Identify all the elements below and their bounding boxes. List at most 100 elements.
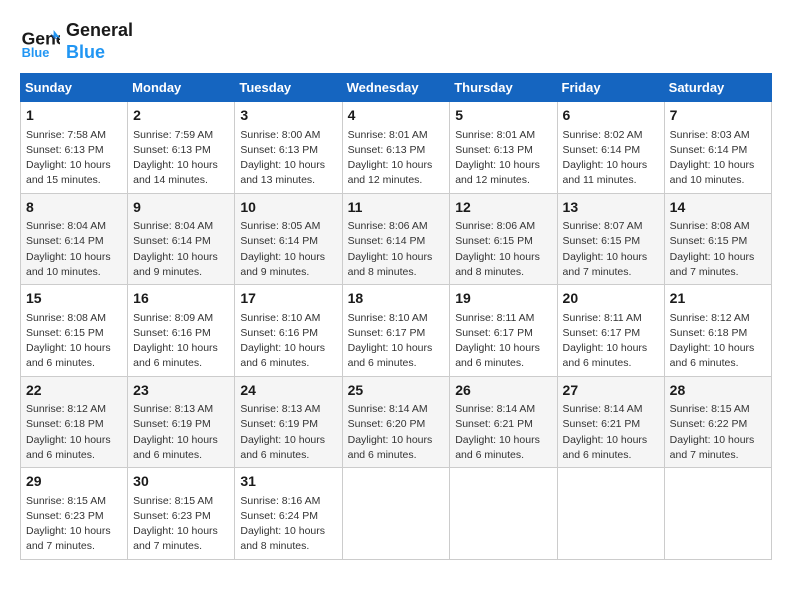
weekday-header: Tuesday	[235, 74, 342, 102]
calendar-cell: 16 Sunrise: 8:09 AM Sunset: 6:16 PM Dayl…	[128, 285, 235, 376]
calendar-cell: 5 Sunrise: 8:01 AM Sunset: 6:13 PM Dayli…	[450, 102, 557, 193]
day-number: 12	[455, 198, 551, 218]
day-number: 11	[348, 198, 445, 218]
calendar-cell: 21 Sunrise: 8:12 AM Sunset: 6:18 PM Dayl…	[664, 285, 771, 376]
calendar-cell: 22 Sunrise: 8:12 AM Sunset: 6:18 PM Dayl…	[21, 376, 128, 467]
calendar-cell: 10 Sunrise: 8:05 AM Sunset: 6:14 PM Dayl…	[235, 193, 342, 284]
calendar-cell: 4 Sunrise: 8:01 AM Sunset: 6:13 PM Dayli…	[342, 102, 450, 193]
day-info: Sunrise: 8:10 AM Sunset: 6:16 PM Dayligh…	[240, 311, 336, 372]
day-info: Sunrise: 8:01 AM Sunset: 6:13 PM Dayligh…	[455, 128, 551, 189]
day-info: Sunrise: 8:13 AM Sunset: 6:19 PM Dayligh…	[133, 402, 229, 463]
day-info: Sunrise: 8:09 AM Sunset: 6:16 PM Dayligh…	[133, 311, 229, 372]
logo-text: General Blue	[66, 20, 133, 63]
day-number: 25	[348, 381, 445, 401]
calendar-cell: 11 Sunrise: 8:06 AM Sunset: 6:14 PM Dayl…	[342, 193, 450, 284]
logo: General Blue General Blue	[20, 20, 133, 63]
day-info: Sunrise: 8:08 AM Sunset: 6:15 PM Dayligh…	[26, 311, 122, 372]
day-number: 16	[133, 289, 229, 309]
day-number: 15	[26, 289, 122, 309]
calendar-cell: 2 Sunrise: 7:59 AM Sunset: 6:13 PM Dayli…	[128, 102, 235, 193]
calendar-header-row: SundayMondayTuesdayWednesdayThursdayFrid…	[21, 74, 772, 102]
day-number: 28	[670, 381, 766, 401]
calendar-cell: 31 Sunrise: 8:16 AM Sunset: 6:24 PM Dayl…	[235, 468, 342, 559]
svg-text:Blue: Blue	[22, 45, 50, 60]
calendar-cell: 19 Sunrise: 8:11 AM Sunset: 6:17 PM Dayl…	[450, 285, 557, 376]
weekday-header: Monday	[128, 74, 235, 102]
day-info: Sunrise: 8:04 AM Sunset: 6:14 PM Dayligh…	[26, 219, 122, 280]
day-info: Sunrise: 8:03 AM Sunset: 6:14 PM Dayligh…	[670, 128, 766, 189]
calendar-cell: 12 Sunrise: 8:06 AM Sunset: 6:15 PM Dayl…	[450, 193, 557, 284]
day-number: 22	[26, 381, 122, 401]
day-info: Sunrise: 8:06 AM Sunset: 6:14 PM Dayligh…	[348, 219, 445, 280]
day-number: 27	[563, 381, 659, 401]
calendar-cell: 13 Sunrise: 8:07 AM Sunset: 6:15 PM Dayl…	[557, 193, 664, 284]
day-info: Sunrise: 8:14 AM Sunset: 6:21 PM Dayligh…	[455, 402, 551, 463]
day-number: 13	[563, 198, 659, 218]
day-info: Sunrise: 7:58 AM Sunset: 6:13 PM Dayligh…	[26, 128, 122, 189]
day-info: Sunrise: 8:06 AM Sunset: 6:15 PM Dayligh…	[455, 219, 551, 280]
day-info: Sunrise: 8:07 AM Sunset: 6:15 PM Dayligh…	[563, 219, 659, 280]
day-number: 7	[670, 106, 766, 126]
calendar-cell: 18 Sunrise: 8:10 AM Sunset: 6:17 PM Dayl…	[342, 285, 450, 376]
calendar-week-row: 29 Sunrise: 8:15 AM Sunset: 6:23 PM Dayl…	[21, 468, 772, 559]
weekday-header: Sunday	[21, 74, 128, 102]
calendar-week-row: 1 Sunrise: 7:58 AM Sunset: 6:13 PM Dayli…	[21, 102, 772, 193]
calendar-cell: 17 Sunrise: 8:10 AM Sunset: 6:16 PM Dayl…	[235, 285, 342, 376]
day-number: 24	[240, 381, 336, 401]
day-info: Sunrise: 8:15 AM Sunset: 6:23 PM Dayligh…	[26, 494, 122, 555]
weekday-header: Thursday	[450, 74, 557, 102]
day-number: 14	[670, 198, 766, 218]
day-info: Sunrise: 7:59 AM Sunset: 6:13 PM Dayligh…	[133, 128, 229, 189]
day-info: Sunrise: 8:01 AM Sunset: 6:13 PM Dayligh…	[348, 128, 445, 189]
calendar-cell: 3 Sunrise: 8:00 AM Sunset: 6:13 PM Dayli…	[235, 102, 342, 193]
calendar-cell: 27 Sunrise: 8:14 AM Sunset: 6:21 PM Dayl…	[557, 376, 664, 467]
calendar-cell: 15 Sunrise: 8:08 AM Sunset: 6:15 PM Dayl…	[21, 285, 128, 376]
day-number: 26	[455, 381, 551, 401]
day-info: Sunrise: 8:11 AM Sunset: 6:17 PM Dayligh…	[455, 311, 551, 372]
day-number: 31	[240, 472, 336, 492]
day-info: Sunrise: 8:13 AM Sunset: 6:19 PM Dayligh…	[240, 402, 336, 463]
calendar-cell: 24 Sunrise: 8:13 AM Sunset: 6:19 PM Dayl…	[235, 376, 342, 467]
day-info: Sunrise: 8:11 AM Sunset: 6:17 PM Dayligh…	[563, 311, 659, 372]
day-number: 9	[133, 198, 229, 218]
calendar-cell: 6 Sunrise: 8:02 AM Sunset: 6:14 PM Dayli…	[557, 102, 664, 193]
day-info: Sunrise: 8:00 AM Sunset: 6:13 PM Dayligh…	[240, 128, 336, 189]
day-info: Sunrise: 8:15 AM Sunset: 6:22 PM Dayligh…	[670, 402, 766, 463]
day-number: 30	[133, 472, 229, 492]
day-info: Sunrise: 8:14 AM Sunset: 6:21 PM Dayligh…	[563, 402, 659, 463]
day-info: Sunrise: 8:14 AM Sunset: 6:20 PM Dayligh…	[348, 402, 445, 463]
day-number: 2	[133, 106, 229, 126]
day-number: 17	[240, 289, 336, 309]
calendar-cell: 14 Sunrise: 8:08 AM Sunset: 6:15 PM Dayl…	[664, 193, 771, 284]
calendar-cell: 26 Sunrise: 8:14 AM Sunset: 6:21 PM Dayl…	[450, 376, 557, 467]
calendar-cell: 30 Sunrise: 8:15 AM Sunset: 6:23 PM Dayl…	[128, 468, 235, 559]
logo-icon: General Blue	[20, 22, 60, 62]
calendar-cell	[342, 468, 450, 559]
day-number: 19	[455, 289, 551, 309]
calendar-cell: 7 Sunrise: 8:03 AM Sunset: 6:14 PM Dayli…	[664, 102, 771, 193]
day-info: Sunrise: 8:12 AM Sunset: 6:18 PM Dayligh…	[26, 402, 122, 463]
calendar-cell	[450, 468, 557, 559]
weekday-header: Wednesday	[342, 74, 450, 102]
day-number: 4	[348, 106, 445, 126]
calendar-cell: 25 Sunrise: 8:14 AM Sunset: 6:20 PM Dayl…	[342, 376, 450, 467]
day-info: Sunrise: 8:02 AM Sunset: 6:14 PM Dayligh…	[563, 128, 659, 189]
calendar-week-row: 8 Sunrise: 8:04 AM Sunset: 6:14 PM Dayli…	[21, 193, 772, 284]
day-number: 8	[26, 198, 122, 218]
day-info: Sunrise: 8:12 AM Sunset: 6:18 PM Dayligh…	[670, 311, 766, 372]
day-number: 1	[26, 106, 122, 126]
day-info: Sunrise: 8:05 AM Sunset: 6:14 PM Dayligh…	[240, 219, 336, 280]
weekday-header: Friday	[557, 74, 664, 102]
weekday-header: Saturday	[664, 74, 771, 102]
day-number: 6	[563, 106, 659, 126]
calendar-cell: 29 Sunrise: 8:15 AM Sunset: 6:23 PM Dayl…	[21, 468, 128, 559]
calendar-week-row: 15 Sunrise: 8:08 AM Sunset: 6:15 PM Dayl…	[21, 285, 772, 376]
day-info: Sunrise: 8:04 AM Sunset: 6:14 PM Dayligh…	[133, 219, 229, 280]
day-number: 10	[240, 198, 336, 218]
day-number: 21	[670, 289, 766, 309]
day-number: 20	[563, 289, 659, 309]
day-number: 3	[240, 106, 336, 126]
calendar-cell	[664, 468, 771, 559]
calendar-week-row: 22 Sunrise: 8:12 AM Sunset: 6:18 PM Dayl…	[21, 376, 772, 467]
calendar-table: SundayMondayTuesdayWednesdayThursdayFrid…	[20, 73, 772, 559]
